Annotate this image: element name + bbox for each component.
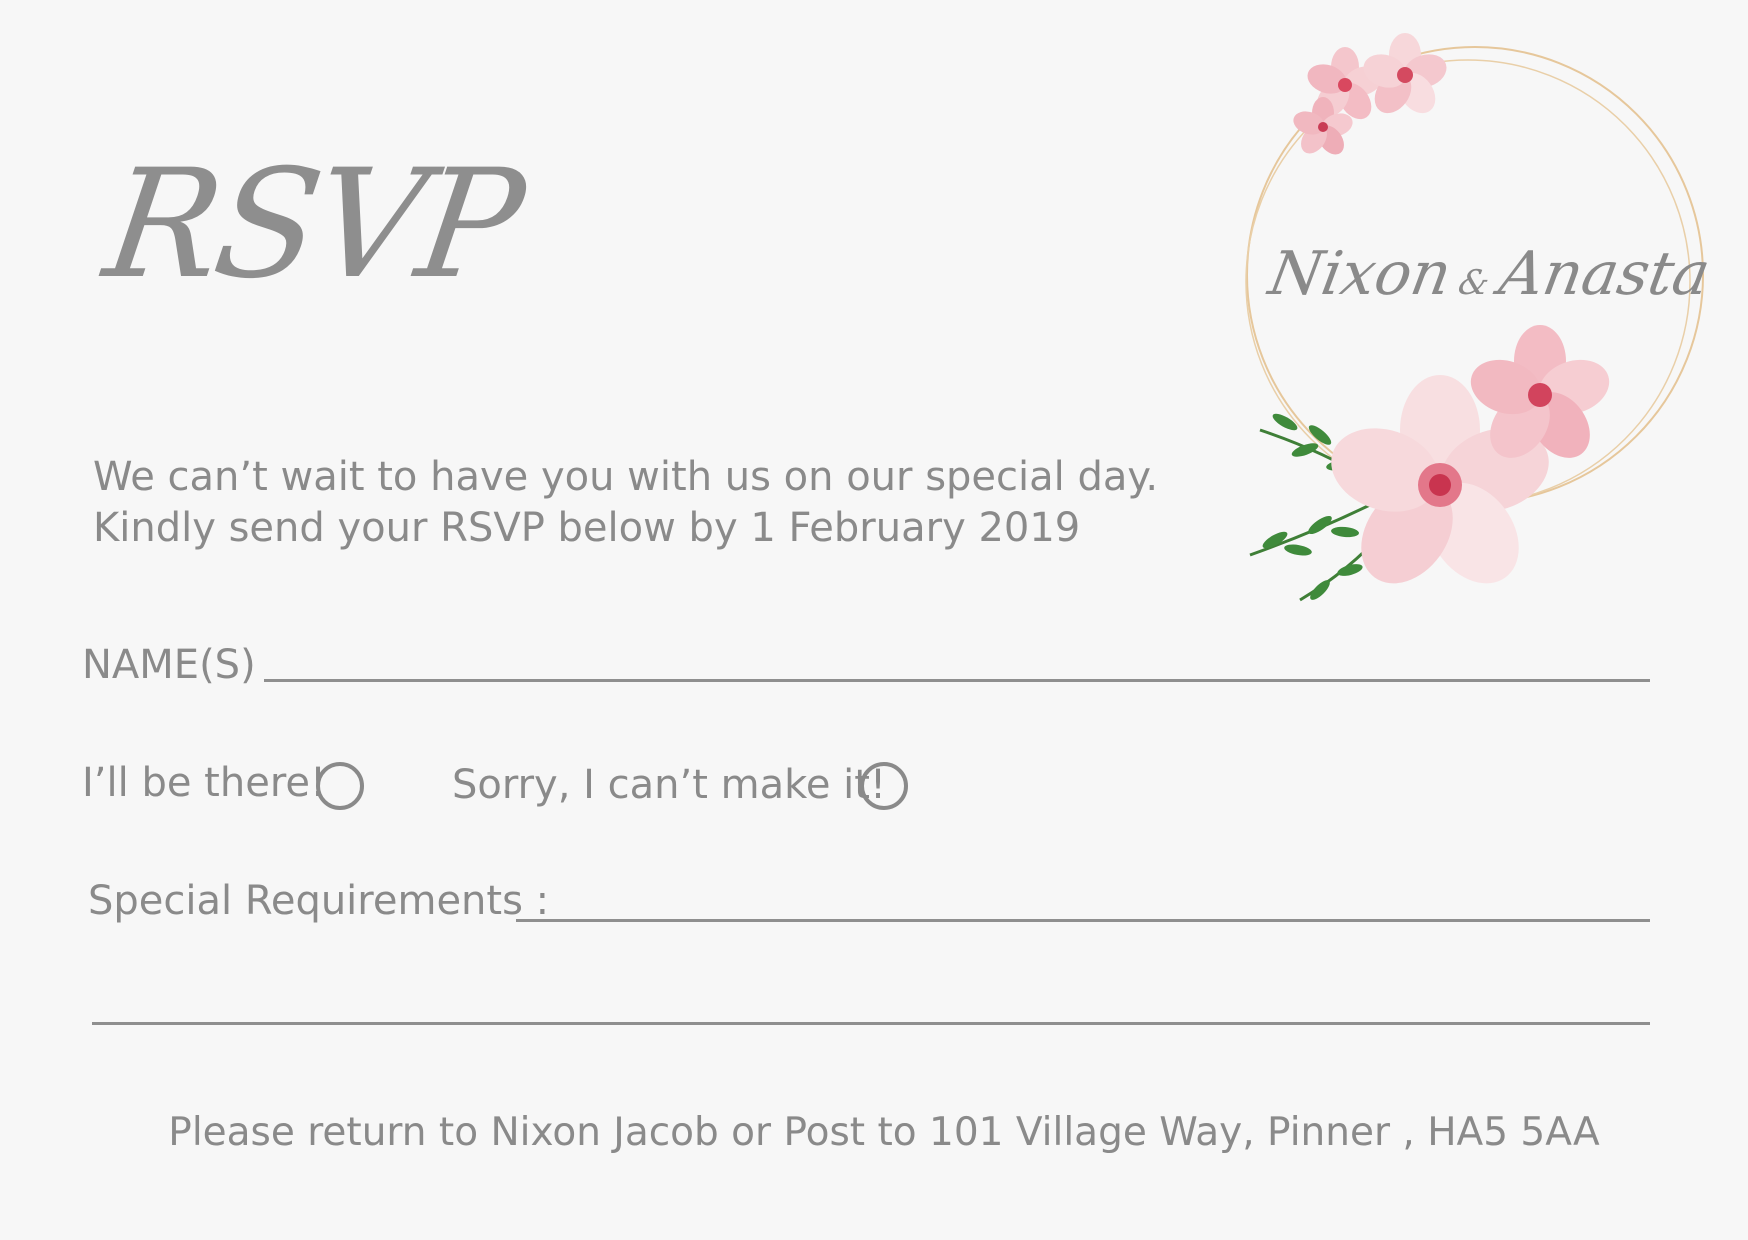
declining-label: Sorry, I can’t make it! <box>452 762 887 808</box>
attending-radio[interactable] <box>316 762 364 810</box>
declining-radio[interactable] <box>860 762 908 810</box>
requirements-field-line-1[interactable] <box>516 919 1650 922</box>
rsvp-title: RSVP <box>95 138 530 312</box>
return-address: Please return to Nixon Jacob or Post to … <box>0 1110 1748 1155</box>
intro-line-2: Kindly send your RSVP below by 1 Februar… <box>93 505 1081 551</box>
names-label: NAME(S) <box>82 642 256 688</box>
names-field-line[interactable] <box>264 679 1650 682</box>
intro-line-1: We can’t wait to have you with us on our… <box>93 454 1159 500</box>
intro-message: We can’t wait to have you with us on our… <box>93 452 1158 554</box>
requirements-field-line-2[interactable] <box>92 1022 1650 1025</box>
return-address-text: Please return to Nixon Jacob or Post to … <box>168 1110 1600 1155</box>
attending-label: I’ll be there! <box>82 760 327 806</box>
couple-name-one: Nixon <box>1263 239 1457 309</box>
couple-names: Nixon&Anasta <box>1264 239 1715 309</box>
couple-name-two: Anasta <box>1494 239 1716 309</box>
couple-ampersand: & <box>1455 263 1493 303</box>
rsvp-card: RSVP Nixon&Anasta We can’t wait to have … <box>0 0 1748 1240</box>
requirements-label: Special Requirements : <box>88 878 550 924</box>
floral-wreath-illustration <box>1245 33 1704 602</box>
